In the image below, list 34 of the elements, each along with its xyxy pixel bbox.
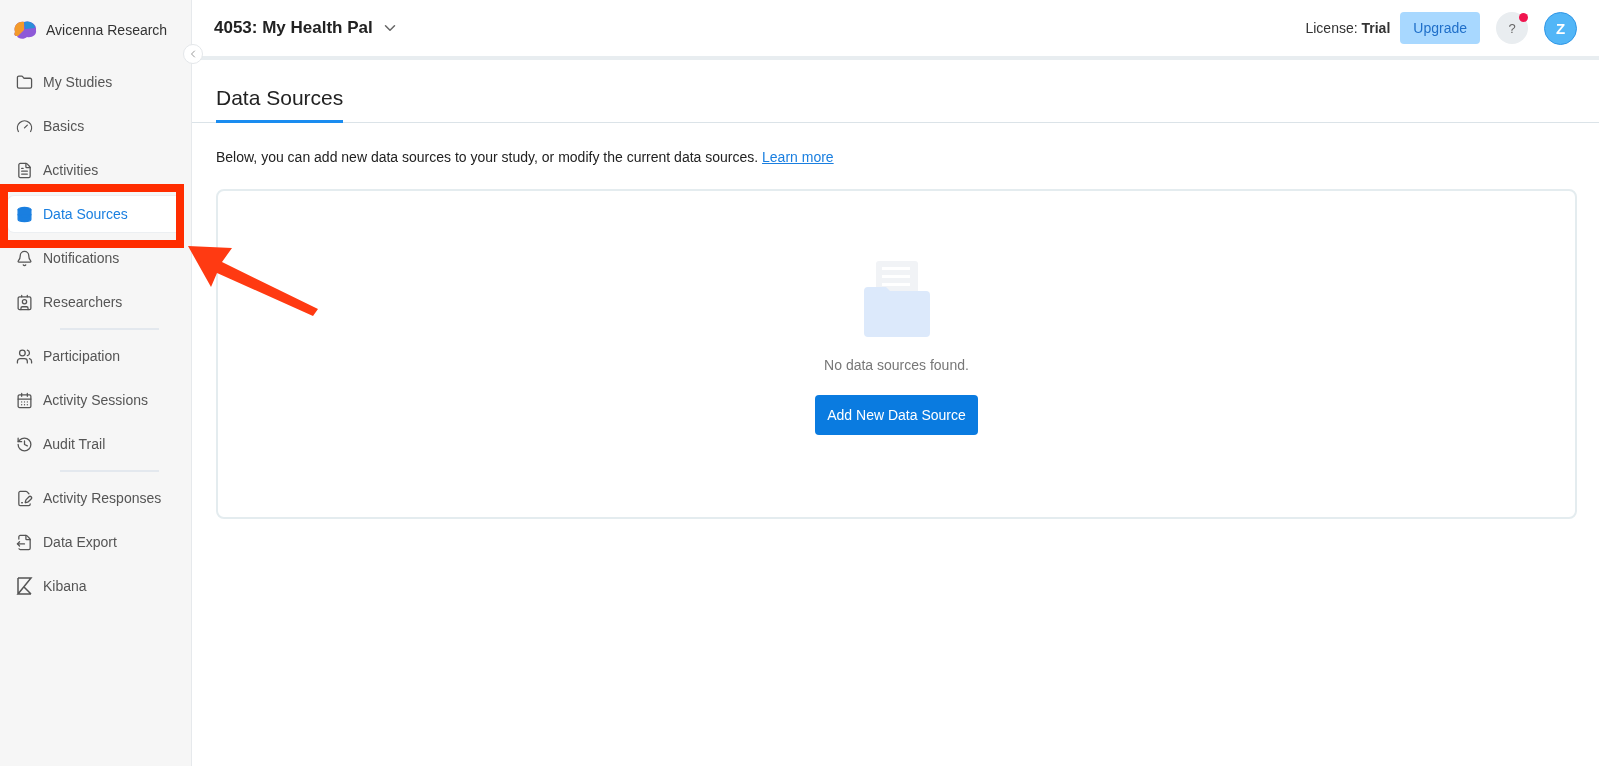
bell-icon [16,249,33,267]
sidebar-item[interactable]: Data Export [8,524,183,560]
sidebar-item[interactable]: Activities [8,152,183,188]
sidebar-item[interactable]: Notifications [8,240,183,276]
sidebar-item[interactable]: Activity Sessions [8,382,183,418]
description-text: Below, you can add new data sources to your study, or modify the current data sources. Learn more [216,149,835,165]
history-icon [16,435,33,453]
signed-document-icon [16,489,33,507]
calendar-icon [16,391,33,409]
sidebar-item[interactable]: Kibana [8,568,183,604]
folder-icon [16,73,33,91]
sidebar-item[interactable]: My Studies [8,64,183,100]
add-data-source-button[interactable]: Add New Data Source [815,395,978,435]
empty-message: No data sources found. [824,357,969,373]
license-label: License: Trial [1305,20,1391,36]
sidebar-item[interactable]: Audit Trail [8,426,183,462]
users-icon [16,347,33,365]
gauge-icon [16,117,33,135]
collapse-sidebar-button[interactable] [183,44,203,64]
folder-documents-icon [863,261,930,337]
database-icon [16,205,33,223]
help-button[interactable]: ? [1496,12,1528,44]
brain-logo-icon [12,20,38,40]
hourglass-icon [16,577,33,595]
contact-card-icon [16,293,33,311]
sidebar-item[interactable]: Participation [8,338,183,374]
sidebar-item[interactable]: Basics [8,108,183,144]
brand-name: Avicenna Research [46,22,168,38]
sidebar-item[interactable]: Researchers [8,284,183,320]
document-icon [16,161,33,179]
export-icon [16,533,33,551]
sidebar-item[interactable]: Activity Responses [8,480,183,516]
learn-more-link[interactable]: Learn more [762,149,834,165]
tab[interactable]: Data Sources [216,86,344,123]
